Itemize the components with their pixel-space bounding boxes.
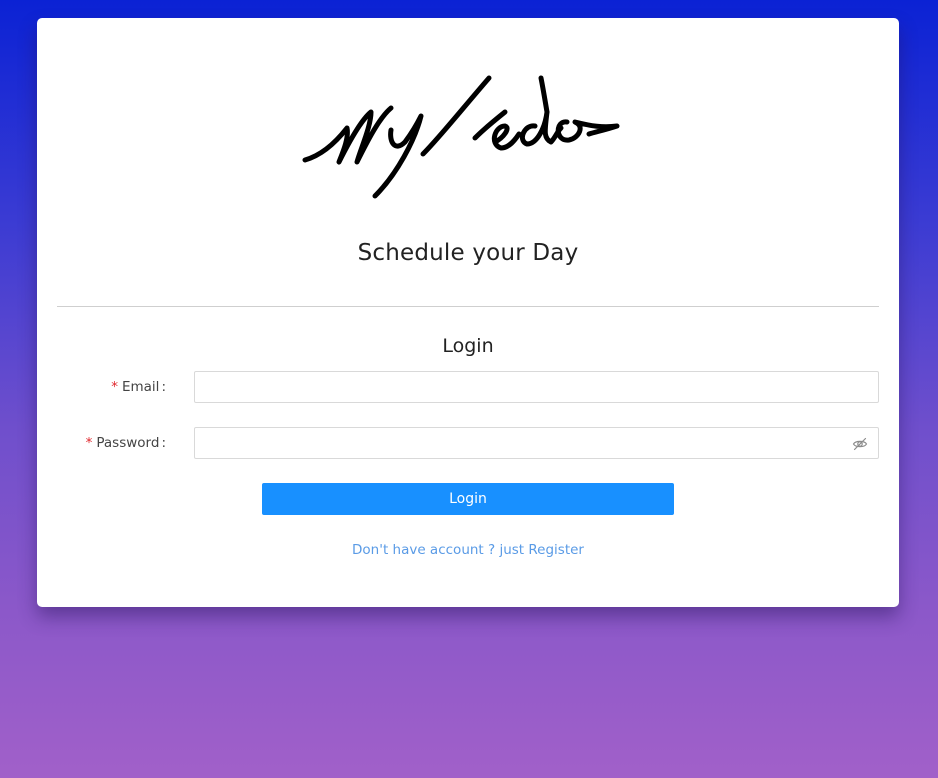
- password-field[interactable]: [195, 428, 878, 458]
- divider: [57, 306, 879, 307]
- password-label: * Password:: [85, 435, 166, 451]
- login-button[interactable]: Login: [262, 483, 674, 515]
- password-row: * Password:: [37, 427, 879, 459]
- email-field[interactable]: [195, 372, 878, 402]
- register-link[interactable]: Don't have account ? just Register: [37, 542, 899, 558]
- required-mark: *: [85, 435, 93, 451]
- eye-invisible-icon[interactable]: [852, 436, 868, 452]
- email-row: * Email:: [37, 371, 879, 403]
- app-logo: [302, 75, 620, 199]
- required-mark: *: [111, 379, 118, 395]
- login-card: Schedule your Day Login * Email: * Passwor…: [37, 18, 899, 607]
- password-label-text: Password: [96, 435, 160, 451]
- email-label: * Email:: [111, 379, 166, 395]
- email-field-box: [194, 371, 879, 403]
- email-label-text: Email: [121, 379, 160, 395]
- form-title: Login: [442, 335, 494, 357]
- tagline: Schedule your Day: [357, 240, 579, 266]
- password-field-box: [194, 427, 879, 459]
